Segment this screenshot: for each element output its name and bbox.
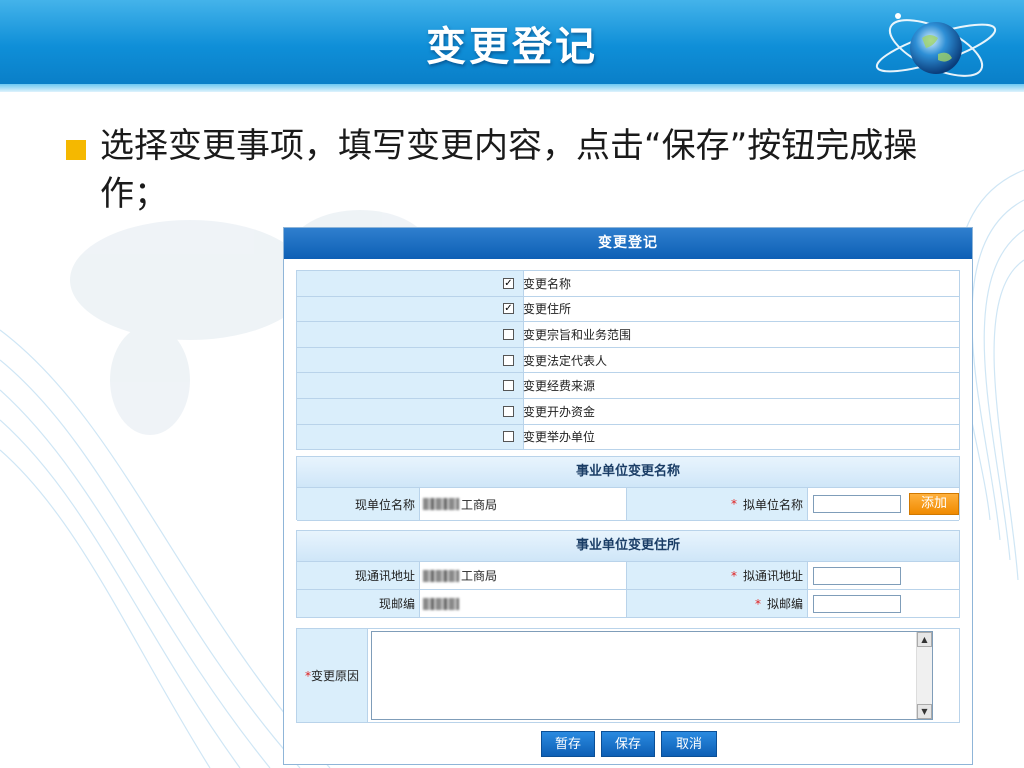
- change-reason-textarea[interactable]: ▲ ▼: [371, 631, 933, 720]
- proposed-address-label-text: 拟通讯地址: [742, 569, 803, 583]
- proposed-address-label: * 拟通讯地址: [627, 562, 807, 589]
- change-item-label: 变更住所: [523, 302, 572, 317]
- save-button[interactable]: 保存: [601, 731, 655, 757]
- redacted-text: [423, 597, 459, 610]
- required-marker: *: [730, 497, 737, 511]
- change-item-label: 变更法定代表人: [523, 353, 608, 368]
- change-item-cell: 变更经费来源: [503, 372, 960, 399]
- action-buttons: 暂存 保存 取消: [284, 731, 974, 757]
- change-item-cell: ✓ 变更名称: [503, 270, 960, 297]
- proposed-zip-input[interactable]: [813, 594, 901, 613]
- change-item-checkbox[interactable]: ✓: [503, 277, 514, 289]
- header-band: [0, 84, 1024, 92]
- change-reason-label: * 变更原因: [297, 629, 368, 722]
- change-item-checkbox[interactable]: [503, 328, 514, 340]
- change-item-row: 变更举办单位: [296, 423, 960, 451]
- zip-row: 现邮编 * 拟邮编: [297, 590, 959, 617]
- proposed-name-input[interactable]: [813, 495, 901, 513]
- address-change-section: 事业单位变更住所 现通讯地址 工商局 * 拟通讯地址 现邮编 * 拟邮编: [296, 530, 960, 618]
- change-item-label-cell: [296, 423, 524, 451]
- globe-icon: [875, 13, 997, 77]
- change-reason-label-text: 变更原因: [310, 669, 359, 683]
- current-zip-label: 现邮编: [297, 590, 419, 617]
- change-item-label: 变更名称: [523, 276, 572, 291]
- change-item-label-cell: [296, 397, 524, 425]
- change-item-checkbox[interactable]: [503, 405, 514, 417]
- change-item-cell: ✓ 变更住所: [503, 295, 960, 323]
- change-item-checkbox[interactable]: [503, 354, 514, 366]
- proposed-zip-cell: [807, 590, 959, 617]
- name-row: 现单位名称 工商局 * 拟单位名称 添加: [297, 488, 959, 521]
- current-address-value: 工商局: [419, 562, 627, 589]
- change-item-cell: 变更开办资金: [503, 397, 960, 425]
- current-name-text: 工商局: [461, 497, 498, 512]
- change-item-checkbox[interactable]: ✓: [503, 303, 514, 315]
- change-reason-row: * 变更原因 ▲ ▼: [296, 628, 960, 723]
- required-marker: *: [754, 596, 761, 611]
- proposed-name-cell: 添加: [807, 488, 959, 520]
- change-item-row: 变更开办资金: [296, 397, 960, 425]
- add-button[interactable]: 添加: [909, 493, 959, 515]
- proposed-name-label-text: 拟单位名称: [742, 497, 803, 512]
- change-item-label-cell: [296, 346, 524, 374]
- required-marker: *: [730, 568, 737, 583]
- change-item-cell: 变更宗旨和业务范围: [503, 321, 960, 348]
- name-change-section: 事业单位变更名称 现单位名称 工商局 * 拟单位名称 添加: [296, 456, 960, 521]
- change-item-label: 变更开办资金: [523, 404, 596, 419]
- address-row: 现通讯地址 工商局 * 拟通讯地址: [297, 562, 959, 590]
- current-name-value: 工商局: [419, 488, 627, 520]
- change-item-row: 变更宗旨和业务范围: [296, 321, 960, 348]
- scrollbar[interactable]: ▲ ▼: [916, 632, 932, 719]
- temp-save-button[interactable]: 暂存: [541, 731, 595, 757]
- proposed-address-cell: [807, 562, 959, 589]
- redacted-text: [423, 498, 459, 510]
- current-name-label: 现单位名称: [297, 488, 419, 520]
- current-address-text: 工商局: [461, 569, 498, 583]
- change-items-table: ✓ 变更名称 ✓ 变更住所变更宗旨和业务范围 变更法定代表人 变更经费来源 变更开办资金 变更…: [296, 270, 960, 451]
- name-section-title: 事业单位变更名称: [297, 457, 959, 488]
- address-section-title: 事业单位变更住所: [297, 531, 959, 562]
- cancel-button[interactable]: 取消: [661, 731, 717, 757]
- change-item-label: 变更经费来源: [523, 379, 596, 394]
- change-item-row: 变更法定代表人: [296, 346, 960, 374]
- change-item-label: 变更举办单位: [523, 430, 596, 445]
- proposed-zip-label: * 拟邮编: [627, 590, 807, 617]
- change-item-label: 变更宗旨和业务范围: [523, 327, 632, 342]
- change-registration-form: 变更登记 ✓ 变更名称 ✓ 变更住所变更宗旨和业务范围 变更法定代表人 变更经费来源 变更开…: [283, 227, 973, 765]
- proposed-address-input[interactable]: [813, 566, 901, 585]
- change-item-label-cell: [296, 321, 524, 348]
- bullet-marker: [66, 140, 86, 160]
- change-item-checkbox[interactable]: [503, 431, 514, 443]
- change-item-row: 变更经费来源: [296, 372, 960, 399]
- change-item-row: ✓ 变更住所: [296, 295, 960, 323]
- change-item-checkbox[interactable]: [503, 380, 514, 392]
- current-address-label: 现通讯地址: [297, 562, 419, 589]
- change-item-row: ✓ 变更名称: [296, 270, 960, 297]
- redacted-text: [423, 569, 459, 582]
- change-item-label-cell: [296, 372, 524, 399]
- change-item-cell: 变更法定代表人: [503, 346, 960, 374]
- scroll-up-arrow-icon[interactable]: ▲: [917, 632, 932, 647]
- change-item-label-cell: [296, 295, 524, 323]
- form-title: 变更登记: [284, 228, 972, 259]
- scroll-down-arrow-icon[interactable]: ▼: [917, 704, 932, 719]
- change-item-cell: 变更举办单位: [503, 423, 960, 451]
- proposed-zip-label-text: 拟邮编: [766, 597, 803, 611]
- proposed-name-label: * 拟单位名称: [627, 488, 807, 520]
- current-zip-value: [419, 590, 627, 617]
- bullet-text: 选择变更事项，填写变更内容，点击“保存”按钮完成操作；: [100, 126, 918, 214]
- change-item-label-cell: [296, 270, 524, 297]
- slide-title: 变更登记: [426, 24, 598, 70]
